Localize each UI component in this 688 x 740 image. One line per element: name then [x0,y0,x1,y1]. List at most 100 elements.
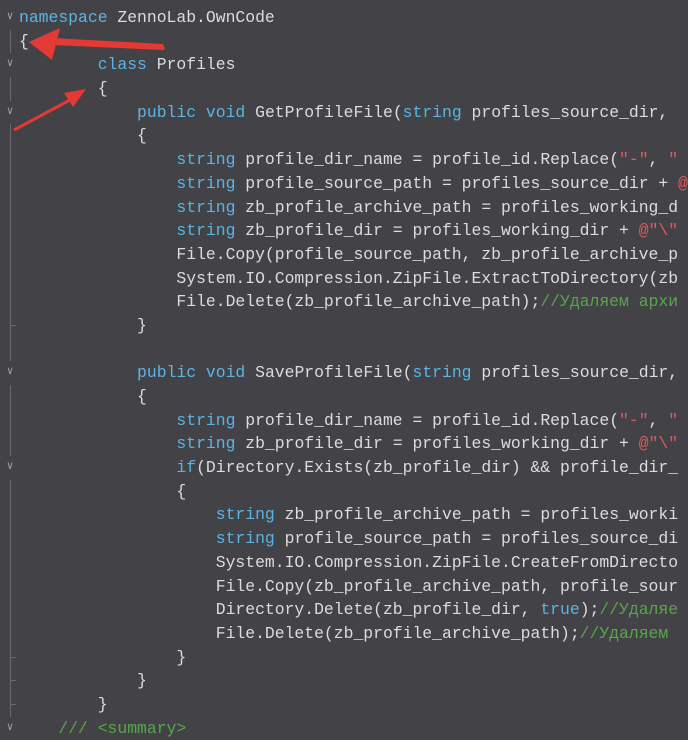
code-text: { [19,480,186,504]
fold-guide [10,503,11,528]
keyword-token: string [402,102,462,122]
code-line[interactable] [0,337,688,362]
code-text: string profile_source_path = profiles_so… [19,527,678,551]
code-line[interactable]: string profile_dir_name = profile_id.Rep… [0,148,688,172]
code-line[interactable]: string zb_profile_dir = profiles_working… [0,432,688,457]
code-text: { [19,30,29,54]
fold-guide [10,621,11,646]
code-token: System.IO.Compression.ZipFile.ExtractToD… [176,268,679,288]
code-line[interactable]: string profile_dir_name = profile_id.Rep… [0,408,688,433]
keyword-token: namespace [19,8,108,27]
code-token: (Directory.Exists(zb_profile_dir) && pro… [196,458,679,478]
code-line[interactable]: File.Copy(zb_profile_archive_path, profi… [0,574,688,599]
code-text: File.Delete(zb_profile_archive_path);//У… [19,290,678,314]
comment-token: //Удаляе [599,600,679,620]
code-token: } [137,671,147,691]
code-line[interactable]: string zb_profile_archive_path = profile… [0,195,688,220]
code-line[interactable]: } [0,645,688,670]
code-line[interactable]: { [0,385,688,409]
fold-guide [10,550,11,575]
comment-token: //Удаляем [579,623,669,643]
chevron-down-icon[interactable]: ∨ [4,101,16,125]
keyword-token: string [176,150,236,170]
keyword-token: class [97,55,147,75]
code-line[interactable]: ∨ class Profiles [0,53,688,77]
code-line[interactable]: System.IO.Compression.ZipFile.CreateFrom… [0,550,688,575]
keyword-token: string [215,529,275,549]
code-token: { [137,126,147,146]
code-token: File.Delete(zb_profile_archive_path); [176,292,541,312]
code-line[interactable]: { [0,479,688,504]
code-token: profile_dir_name = profile_id.Replace( [235,150,620,170]
code-line[interactable]: File.Delete(zb_profile_archive_path);//У… [0,290,688,314]
code-line[interactable]: } [0,669,688,693]
code-line[interactable]: Directory.Delete(zb_profile_dir, true);/… [0,598,688,622]
code-line[interactable]: } [0,313,688,338]
code-text: System.IO.Compression.ZipFile.CreateFrom… [19,551,678,575]
fold-guide [10,266,11,291]
keyword-token: string [176,173,236,193]
code-line[interactable]: ∨ public void GetProfileFile(string prof… [0,101,688,125]
code-line[interactable]: string zb_profile_dir = profiles_working… [0,219,688,243]
fold-guide [10,337,11,362]
fold-end-marker [10,703,16,705]
code-text: } [19,693,108,717]
code-line[interactable]: System.IO.Compression.ZipFile.ExtractToD… [0,266,688,291]
chevron-down-icon[interactable]: ∨ [4,456,16,480]
code-line[interactable]: ∨ if(Directory.Exists(zb_profile_dir) &&… [0,456,688,480]
code-token: Directory.Delete(zb_profile_dir, [215,600,541,620]
fold-guide [10,77,11,101]
code-token: } [176,647,187,667]
comment-token: //Удаляем архи [540,292,679,312]
code-token: File.Copy(zb_profile_archive_path, profi… [215,576,679,596]
code-text: File.Copy(zb_profile_archive_path, profi… [19,575,678,599]
fold-guide [10,598,11,622]
code-line[interactable]: string zb_profile_archive_path = profile… [0,503,688,528]
code-line[interactable]: } [0,692,688,717]
code-token: { [137,387,147,406]
code-line[interactable]: string profile_source_path = profiles_so… [0,171,688,196]
code-editor[interactable]: ∨ namespace ZennoLab.OwnCode{∨ class Prof… [0,6,688,740]
fold-guide [10,432,11,457]
fold-guide [10,124,11,149]
code-line[interactable]: { [0,124,688,149]
fold-guide [10,290,11,314]
code-token: profile_source_path = profiles_source_di… [235,173,679,193]
fold-guide [10,242,11,267]
chevron-down-icon[interactable]: ∨ [4,361,16,385]
keyword-token: true [540,600,580,620]
code-text: string zb_profile_dir = profiles_working… [19,432,678,456]
keyword-token: public [137,102,197,122]
keyword-token: void [205,363,246,383]
code-line[interactable]: { [0,29,688,54]
code-text: { [19,124,147,148]
code-text: File.Copy(profile_source_path, zb_profil… [19,243,678,267]
chevron-down-icon[interactable]: ∨ [4,53,16,77]
comment-token: /// <summary> [58,718,187,738]
code-token: , [648,410,669,430]
code-line[interactable]: ∨ /// <summary> [0,717,688,740]
chevron-down-icon[interactable]: ∨ [4,717,16,740]
fold-guide [10,29,11,54]
code-token: zb_profile_dir = profiles_working_dir + [235,434,639,454]
code-line[interactable]: ∨ namespace ZennoLab.OwnCode [0,6,688,30]
fold-guide [10,479,11,504]
string-token: "-" [619,150,649,170]
code-line[interactable]: File.Delete(zb_profile_archive_path);//У… [0,621,688,646]
code-text: File.Delete(zb_profile_archive_path);//У… [19,622,668,646]
code-line[interactable]: File.Copy(profile_source_path, zb_profil… [0,242,688,267]
code-line[interactable]: string profile_source_path = profiles_so… [0,527,688,551]
fold-end-marker [10,680,16,682]
code-token: zb_profile_dir = profiles_working_dir + [235,221,639,241]
fold-guide [10,385,11,409]
code-text: public void SaveProfileFile(string profi… [19,361,678,385]
code-line[interactable]: ∨ public void SaveProfileFile(string pro… [0,361,688,385]
code-token: { [97,79,108,99]
chevron-down-icon[interactable]: ∨ [4,6,16,30]
string-token: "-" [619,410,649,430]
code-line[interactable]: { [0,77,688,101]
fold-guide [10,148,11,172]
keyword-token: string [176,434,236,454]
code-token: { [176,481,187,501]
